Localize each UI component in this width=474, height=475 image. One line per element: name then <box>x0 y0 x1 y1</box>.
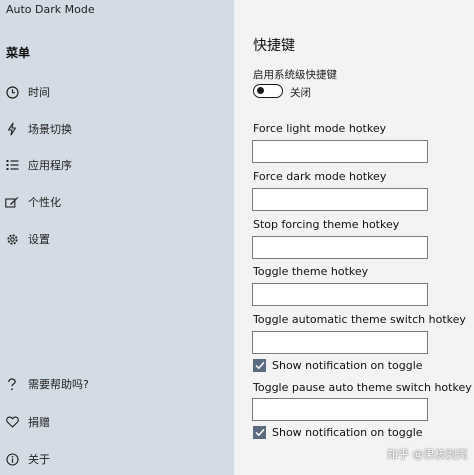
clock-icon <box>5 85 19 99</box>
sidebar-item-time[interactable]: 时间 <box>0 77 234 107</box>
heart-icon <box>5 415 19 429</box>
sidebar-item-settings[interactable]: 设置 <box>0 224 234 254</box>
sidebar-item-about[interactable]: 关于 <box>0 444 234 474</box>
info-icon <box>5 452 19 466</box>
sidebar-item-donate[interactable]: 捐赠 <box>0 407 234 437</box>
sidebar-item-label: 设置 <box>28 233 50 246</box>
toggle-auto-switch-hotkey-label: Toggle automatic theme switch hotkey <box>253 313 466 326</box>
force-light-hotkey-label: Force light mode hotkey <box>253 122 387 135</box>
sidebar-item-label: 时间 <box>28 86 50 99</box>
stop-forcing-hotkey-input[interactable] <box>252 236 428 259</box>
notification-checkbox-2[interactable]: Show notification on toggle <box>253 426 423 439</box>
toggle-theme-hotkey-input[interactable] <box>252 283 428 306</box>
stop-forcing-hotkey-label: Stop forcing theme hotkey <box>253 218 400 231</box>
checkbox-label: Show notification on toggle <box>272 426 423 439</box>
sidebar-item-apps[interactable]: 应用程序 <box>0 150 234 180</box>
paint-icon <box>5 195 19 209</box>
toggle-knob <box>257 87 264 94</box>
sidebar-item-label: 关于 <box>28 453 50 466</box>
force-dark-hotkey-input[interactable] <box>252 188 428 211</box>
menu-heading: 菜单 <box>6 46 31 60</box>
force-dark-hotkey-label: Force dark mode hotkey <box>253 170 387 183</box>
sidebar-item-label: 需要帮助吗? <box>28 378 89 391</box>
lightning-icon <box>5 122 19 136</box>
checkbox-checked-icon <box>253 359 266 372</box>
toggle-state-label: 关闭 <box>290 87 311 99</box>
watermark: 知乎 @果核剥壳 <box>387 448 468 461</box>
page-title: 快捷键 <box>253 38 295 54</box>
sidebar-item-label: 应用程序 <box>28 159 72 172</box>
sidebar-item-personalization[interactable]: 个性化 <box>0 187 234 217</box>
app-title: Auto Dark Mode <box>6 3 95 16</box>
force-light-hotkey-input[interactable] <box>252 140 428 163</box>
toggle-pause-hotkey-label: Toggle pause auto theme switch hotkey <box>253 381 472 394</box>
system-hotkeys-label: 启用系统级快捷键 <box>253 69 337 81</box>
sidebar-item-scene-switch[interactable]: 场景切换 <box>0 114 234 144</box>
toggle-pause-hotkey-input[interactable] <box>252 398 428 421</box>
toggle-auto-switch-hotkey-input[interactable] <box>252 331 428 354</box>
checkbox-checked-icon <box>253 426 266 439</box>
sidebar-item-help[interactable]: 需要帮助吗? <box>0 369 234 399</box>
gear-icon <box>5 232 19 246</box>
sidebar-item-label: 场景切换 <box>28 123 72 136</box>
system-hotkeys-toggle[interactable] <box>253 84 283 98</box>
sidebar-item-label: 个性化 <box>28 196 61 209</box>
question-icon <box>5 377 19 391</box>
sidebar-item-label: 捐赠 <box>28 416 50 429</box>
checkbox-label: Show notification on toggle <box>272 359 423 372</box>
notification-checkbox-1[interactable]: Show notification on toggle <box>253 359 423 372</box>
sidebar: Auto Dark Mode 菜单 时间 场景切换 应用程序 个性化 设置 需要… <box>0 0 234 475</box>
list-icon <box>5 158 19 172</box>
toggle-theme-hotkey-label: Toggle theme hotkey <box>253 265 369 278</box>
main-content: 快捷键 启用系统级快捷键 关闭 Force light mode hotkey … <box>234 0 474 475</box>
